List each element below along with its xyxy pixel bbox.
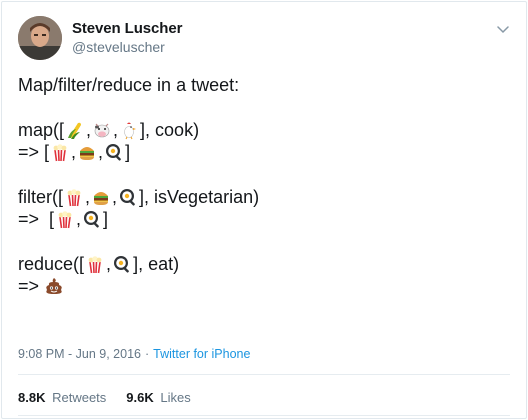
close-bracket: ] bbox=[125, 142, 131, 162]
map-suffix: ], cook) bbox=[140, 120, 200, 140]
author-name[interactable]: Steven Luscher bbox=[72, 20, 182, 37]
fried-egg-icon bbox=[104, 142, 124, 162]
filter-arrow: => [ bbox=[18, 209, 55, 229]
reduce-arrow: => bbox=[18, 276, 40, 296]
tweet-title-line: Map/filter/reduce in a tweet: bbox=[18, 75, 240, 95]
hamburger-icon bbox=[77, 142, 97, 162]
meta-separator: · bbox=[145, 347, 150, 361]
filter-prefix: filter([ bbox=[18, 187, 63, 207]
close-bracket: ] bbox=[103, 209, 109, 229]
comma: , bbox=[71, 142, 77, 162]
corn-icon bbox=[65, 120, 85, 140]
tweet-stats: 8.8K Retweets 9.6K Likes bbox=[18, 390, 191, 405]
reduce-line: reduce([ , ], eat) bbox=[18, 253, 514, 275]
map-prefix: map([ bbox=[18, 120, 65, 140]
filter-suffix: ], isVegetarian) bbox=[139, 187, 260, 207]
reduce-prefix: reduce([ bbox=[18, 254, 85, 274]
filter-result-line: => [ , ] bbox=[18, 208, 514, 230]
map-line: map([ , , ], cook) bbox=[18, 119, 514, 141]
avatar[interactable] bbox=[18, 16, 62, 60]
filter-line: filter([ , , ], isVegetarian) bbox=[18, 186, 514, 208]
comma: , bbox=[86, 120, 92, 140]
fried-egg-icon bbox=[82, 209, 102, 229]
tweet-source-link[interactable]: Twitter for iPhone bbox=[153, 347, 250, 361]
author-handle[interactable]: @steveluscher bbox=[72, 39, 165, 55]
reduce-suffix: ], eat) bbox=[133, 254, 180, 274]
divider bbox=[18, 415, 510, 416]
likes-stat[interactable]: 9.6K Likes bbox=[126, 390, 190, 405]
popcorn-icon bbox=[50, 142, 70, 162]
chicken-icon bbox=[119, 120, 139, 140]
reduce-result-line: => bbox=[18, 275, 514, 297]
comma: , bbox=[76, 209, 82, 229]
retweets-label: Retweets bbox=[52, 390, 107, 405]
chevron-down-icon[interactable] bbox=[496, 22, 510, 36]
comma: , bbox=[98, 142, 104, 162]
popcorn-icon bbox=[55, 209, 75, 229]
comma: , bbox=[85, 187, 91, 207]
comma: , bbox=[113, 120, 119, 140]
retweets-count: 8.8K bbox=[18, 390, 46, 405]
likes-count: 9.6K bbox=[126, 390, 154, 405]
hamburger-icon bbox=[91, 187, 111, 207]
map-arrow: => [ bbox=[18, 142, 50, 162]
tweet-timestamp[interactable]: 9:08 PM - Jun 9, 2016 bbox=[18, 347, 141, 361]
retweets-stat[interactable]: 8.8K Retweets bbox=[18, 390, 106, 405]
comma: , bbox=[106, 254, 112, 274]
tweet-meta: 9:08 PM - Jun 9, 2016 · Twitter for iPho… bbox=[18, 347, 250, 361]
map-result-line: => [ , , ] bbox=[18, 141, 514, 163]
cow-icon bbox=[92, 120, 112, 140]
fried-egg-icon bbox=[112, 254, 132, 274]
comma: , bbox=[112, 187, 118, 207]
tweet-card: Steven Luscher @steveluscher Map/filter/… bbox=[1, 1, 527, 419]
divider bbox=[18, 374, 510, 375]
poop-icon bbox=[44, 276, 64, 296]
popcorn-icon bbox=[64, 187, 84, 207]
fried-egg-icon bbox=[118, 187, 138, 207]
likes-label: Likes bbox=[160, 390, 191, 405]
tweet-text: Map/filter/reduce in a tweet: map([ , , … bbox=[18, 74, 514, 297]
popcorn-icon bbox=[85, 254, 105, 274]
